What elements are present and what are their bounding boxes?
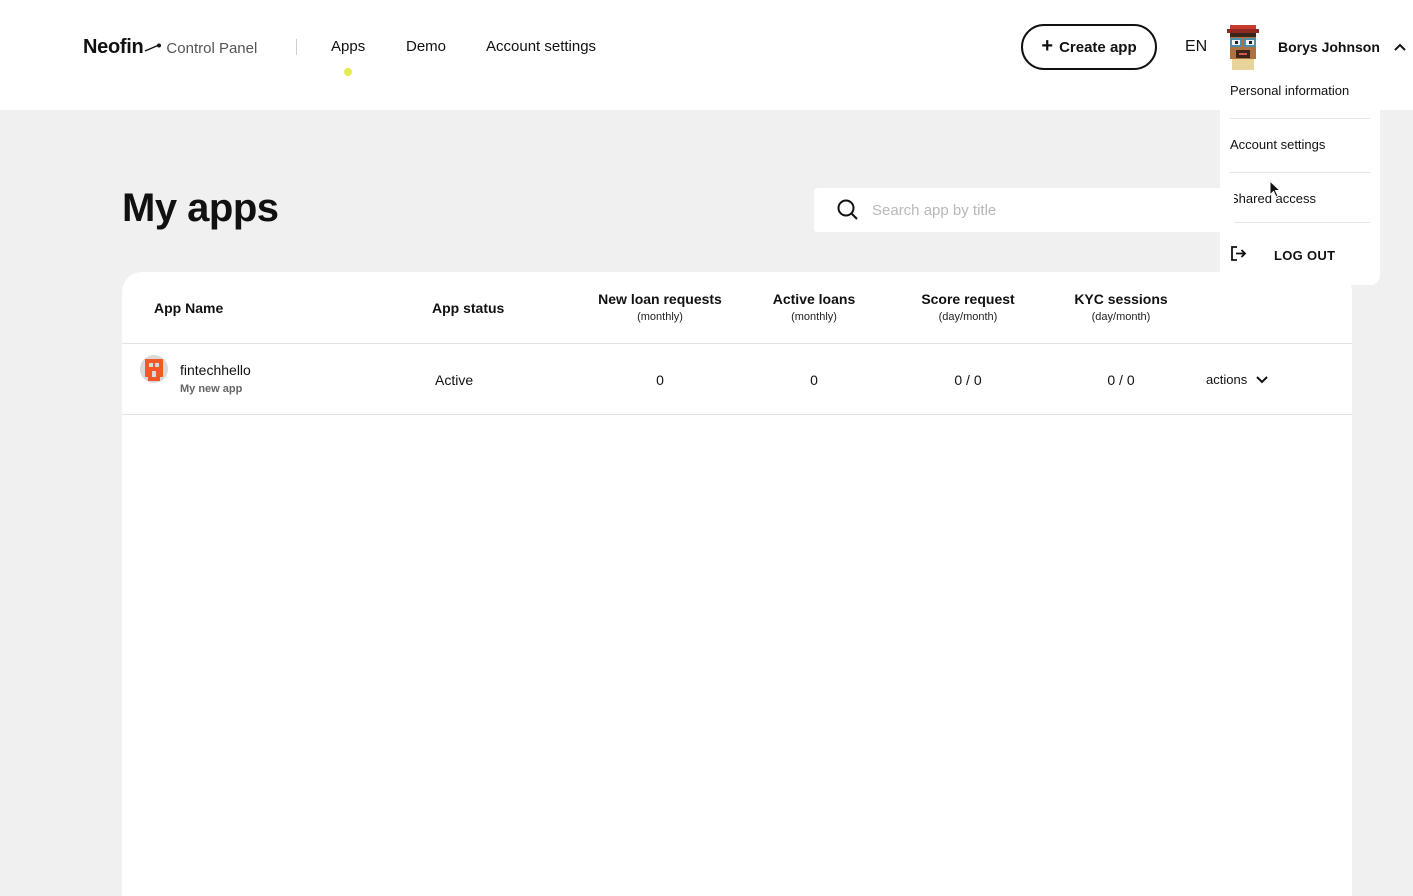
create-app-button[interactable]: + Create app xyxy=(1021,24,1157,70)
apps-table: App Name App status New loan requests (m… xyxy=(122,272,1352,896)
menu-item-account-settings[interactable]: Account settings xyxy=(1230,137,1325,152)
chevron-down-icon xyxy=(1256,375,1268,383)
search-input[interactable] xyxy=(872,196,1212,224)
nav-demo[interactable]: Demo xyxy=(406,38,446,55)
app-avatar-icon xyxy=(140,355,168,383)
kyc-sessions-value: 0 / 0 xyxy=(1107,372,1135,388)
column-header-app-name: App Name xyxy=(154,300,224,316)
menu-divider xyxy=(1230,222,1370,223)
app-name[interactable]: fintechhello xyxy=(180,362,251,378)
search-box[interactable] xyxy=(814,188,1234,232)
language-switcher[interactable]: EN xyxy=(1185,38,1207,56)
logout-button[interactable]: LOG OUT xyxy=(1274,248,1335,263)
menu-item-personal-information[interactable]: Personal information xyxy=(1230,83,1349,98)
search-icon xyxy=(837,199,858,220)
user-name[interactable]: Borys Johnson xyxy=(1278,39,1380,55)
logo-subtitle: Control Panel xyxy=(166,40,258,57)
column-header-active-loans: Active loans (monthly) xyxy=(772,291,856,323)
app-status: Active xyxy=(435,372,474,388)
chevron-up-icon[interactable] xyxy=(1393,42,1407,52)
active-loans-value: 0 xyxy=(810,372,818,388)
create-app-label: Create app xyxy=(1059,38,1137,56)
top-header: Neofin Control Panel Apps Demo Account s… xyxy=(0,0,1413,110)
column-header-score-request: Score request (day/month) xyxy=(921,291,1015,323)
actions-label: actions xyxy=(1206,372,1248,387)
column-header-app-status: App status xyxy=(432,300,505,316)
plus-icon: + xyxy=(1041,35,1054,57)
score-request-value: 0 / 0 xyxy=(954,372,982,388)
logo-wordmark: Neofin xyxy=(83,36,144,58)
table-divider xyxy=(122,414,1352,415)
logo-arrow-icon xyxy=(145,43,162,52)
user-avatar[interactable] xyxy=(1224,24,1262,70)
nav-apps[interactable]: Apps xyxy=(331,38,365,55)
actions-dropdown[interactable]: actions xyxy=(1206,372,1269,387)
mouse-cursor-icon xyxy=(1269,180,1281,198)
menu-divider xyxy=(1230,172,1370,173)
nav-account-settings[interactable]: Account settings xyxy=(486,38,596,55)
column-header-new-loan-requests: New loan requests (monthly) xyxy=(598,291,722,323)
logo[interactable]: Neofin Control Panel xyxy=(83,36,257,59)
page-title: My apps xyxy=(122,186,279,230)
table-divider xyxy=(122,343,1352,344)
new-loan-requests-value: 0 xyxy=(656,372,664,388)
menu-divider xyxy=(1230,118,1370,119)
nav-active-indicator xyxy=(344,68,352,76)
user-menu-dropdown: Personal information Account settings Sh… xyxy=(1220,74,1380,285)
header-divider xyxy=(296,39,297,55)
logout-icon[interactable] xyxy=(1230,246,1247,261)
app-description: My new app xyxy=(180,383,243,395)
column-header-kyc-sessions: KYC sessions (day/month) xyxy=(1074,291,1168,323)
